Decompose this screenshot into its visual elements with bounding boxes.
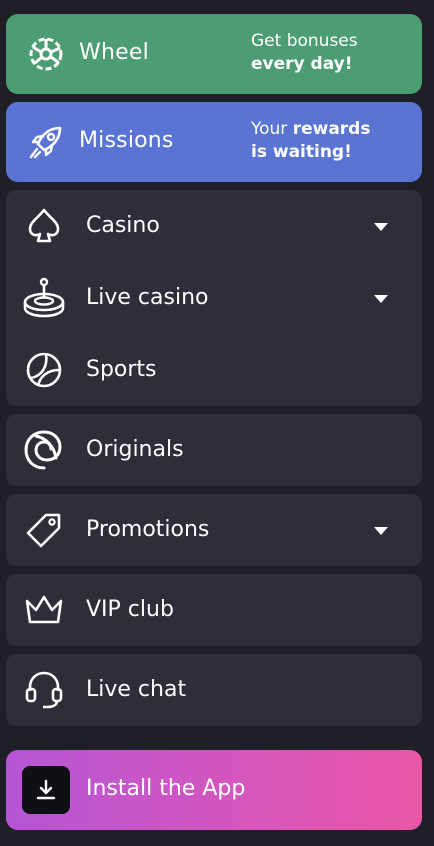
menu-item-vip-club[interactable]: VIP club xyxy=(6,574,422,646)
menu-item-label: Promotions xyxy=(86,517,210,542)
chevron-down-icon[interactable] xyxy=(374,223,388,231)
menu-item-live-chat[interactable]: Live chat xyxy=(6,654,422,726)
wheel-tagline: Get bonuses every day! xyxy=(251,30,358,76)
wheel-icon xyxy=(26,34,66,74)
wheel-title: Wheel xyxy=(79,40,149,65)
roulette-icon xyxy=(22,276,66,320)
missions-promo-button[interactable]: Missions Your rewards is waiting! xyxy=(6,102,422,182)
live-chat-group: Live chat xyxy=(6,654,422,726)
tennis-ball-icon xyxy=(22,348,66,392)
menu-item-label: Originals xyxy=(86,437,184,462)
chevron-down-icon[interactable] xyxy=(374,295,388,303)
menu-item-live-casino[interactable]: Live casino xyxy=(6,262,422,334)
wheel-tagline-line2: every day! xyxy=(251,54,353,74)
games-menu-group: Casino Live casino Sports xyxy=(6,190,422,406)
chevron-down-icon[interactable] xyxy=(374,527,388,535)
promotions-group: Promotions xyxy=(6,494,422,566)
headset-icon xyxy=(22,668,66,712)
menu-item-label: VIP club xyxy=(86,597,174,622)
wheel-tagline-line1: Get bonuses xyxy=(251,31,358,51)
rocket-icon xyxy=(26,122,66,162)
wheel-promo-button[interactable]: Wheel Get bonuses every day! xyxy=(6,14,422,94)
install-app-label: Install the App xyxy=(86,776,246,801)
menu-item-label: Live casino xyxy=(86,285,209,310)
missions-tagline-line2: is waiting! xyxy=(251,142,352,162)
missions-tagline: Your rewards is waiting! xyxy=(251,118,370,164)
menu-item-sports[interactable]: Sports xyxy=(6,334,422,406)
menu-item-label: Sports xyxy=(86,357,157,382)
menu-item-label: Casino xyxy=(86,213,160,238)
spade-icon xyxy=(22,204,66,248)
download-icon xyxy=(22,766,70,814)
tag-icon xyxy=(22,508,66,552)
missions-title: Missions xyxy=(79,128,174,153)
originals-group: Originals xyxy=(6,414,422,486)
install-app-button[interactable]: Install the App xyxy=(6,750,422,830)
crown-icon xyxy=(22,588,66,632)
menu-item-casino[interactable]: Casino xyxy=(6,190,422,262)
missions-tagline-bold: rewards xyxy=(292,119,371,139)
spiral-icon xyxy=(22,428,66,472)
missions-tagline-pre: Your xyxy=(251,119,293,139)
menu-item-label: Live chat xyxy=(86,677,187,702)
vip-club-group: VIP club xyxy=(6,574,422,646)
menu-item-promotions[interactable]: Promotions xyxy=(6,494,422,566)
menu-item-originals[interactable]: Originals xyxy=(6,414,422,486)
